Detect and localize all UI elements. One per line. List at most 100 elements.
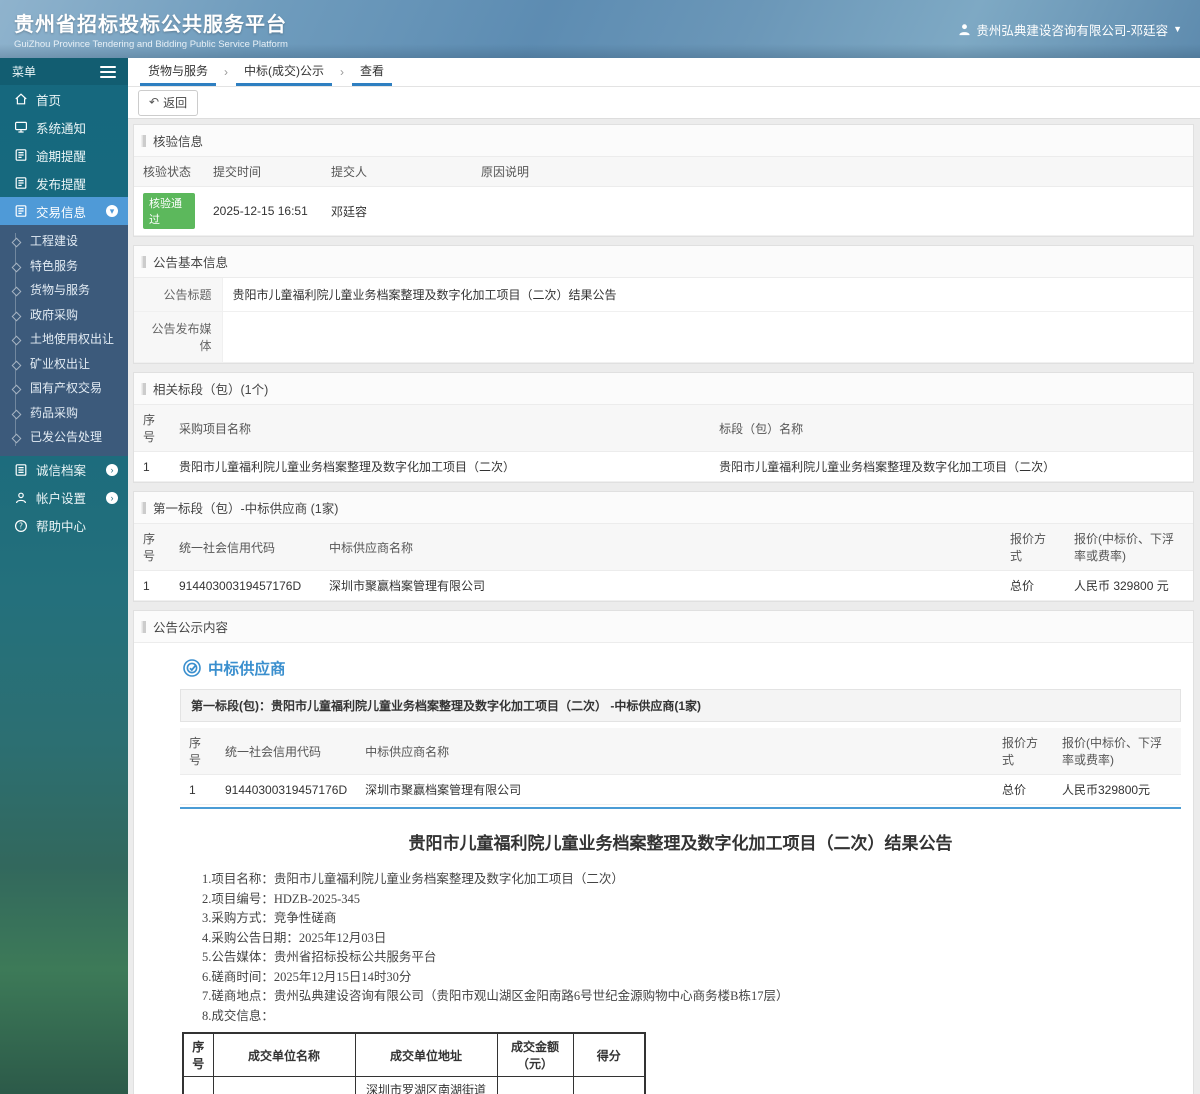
app-subtitle: GuiZhou Province Tendering and Bidding P… <box>14 39 288 50</box>
table-row: 1 贵阳市儿童福利院儿童业务档案整理及数字化加工项目（二次） 贵阳市儿童福利院儿… <box>134 451 1193 482</box>
caret-down-icon: ▼ <box>1173 24 1182 34</box>
menu-label: 菜单 <box>12 65 37 79</box>
public-content-header: 公告公示内容 <box>134 611 1193 643</box>
col-header: 报价方式 <box>1001 524 1065 571</box>
page: 贵州省招标投标公共服务平台 GuiZhou Province Tendering… <box>0 0 1200 1094</box>
section-title: 公告公示内容 <box>153 621 229 635</box>
sidebar-subitem-land-use-rights[interactable]: 土地使用权出让 <box>0 327 128 352</box>
quote-amount-cell: 人民币 329800 元 <box>1065 570 1193 601</box>
table-row: 核验通过 2025-12-15 16:51 邓廷容 <box>134 186 1193 236</box>
user-name: 贵州弘典建设咨询有限公司-邓廷容 <box>976 23 1169 38</box>
announcement-title-label: 公告标题 <box>134 278 223 312</box>
related-sections-table: 序号 采购项目名称 标段（包）名称 1 贵阳市儿童福利院儿童业务档案整理及数字化… <box>134 405 1193 482</box>
sidebar-item-overdue-reminders[interactable]: 逾期提醒 <box>0 141 128 169</box>
col-header: 统一社会信用代码 <box>216 728 357 775</box>
user-menu[interactable]: 贵州弘典建设咨询有限公司-邓廷容 ▼ <box>958 20 1182 39</box>
sidebar-item-label: 系统通知 <box>36 121 87 136</box>
section-marker <box>143 382 146 395</box>
breadcrumb-separator: › <box>340 65 345 79</box>
question-circle-icon: ? <box>13 519 28 533</box>
sidebar-subitem-engineering-construction[interactable]: 工程建设 <box>0 229 128 254</box>
sidebar-item-help-center[interactable]: ? 帮助中心 <box>0 512 128 540</box>
table-header-row: 序号 统一社会信用代码 中标供应商名称 报价方式 报价(中标价、下浮率或费率) <box>134 524 1193 571</box>
table-header-row: 序号 采购项目名称 标段（包）名称 <box>134 405 1193 452</box>
sidebar-subitem-published-announcements[interactable]: 已发公告处理 <box>0 425 128 450</box>
quote-amount-cell: 人民币329800元 <box>1053 774 1181 805</box>
table-header-row: 序号 成交单位名称 成交单位地址 成交金额（元） 得分 <box>182 1032 646 1077</box>
quote-type-cell: 总价 <box>1001 570 1065 601</box>
table-header-row: 序号 统一社会信用代码 中标供应商名称 报价方式 报价(中标价、下浮率或费率) <box>180 728 1181 775</box>
announcement-info-section-header: 公告基本信息 <box>134 246 1193 278</box>
seq-cell: 1 <box>134 570 170 601</box>
seq-cell: 1 <box>134 451 170 482</box>
verification-table: 核验状态 提交时间 提交人 原因说明 核验通过 2025-12-15 16:51… <box>134 157 1193 236</box>
col-header: 成交金额（元） <box>496 1032 574 1077</box>
sidebar-subitem-featured-services[interactable]: 特色服务 <box>0 254 128 279</box>
back-button[interactable]: ↶ 返回 <box>138 89 199 116</box>
app-header: 贵州省招标投标公共服务平台 GuiZhou Province Tendering… <box>0 0 1200 58</box>
verification-section-header: 核验信息 <box>134 125 1193 157</box>
announcement-info-table: 公告标题 贵阳市儿童福利院儿童业务档案整理及数字化加工项目（二次）结果公告 公告… <box>134 278 1193 363</box>
user-icon <box>958 23 971 36</box>
sidebar-subitem-state-owned-property[interactable]: 国有产权交易 <box>0 376 128 401</box>
sidebar-item-system-notifications[interactable]: 系统通知 <box>0 113 128 141</box>
deal-amount-cell: 329800.00 <box>496 1076 574 1094</box>
sidebar-item-home[interactable]: 首页 <box>0 85 128 113</box>
col-header: 报价(中标价、下浮率或费率) <box>1065 524 1193 571</box>
main-content: 货物与服务 › 中标(成交)公示 › 查看 ↶ 返回 核验信息 核验状态 提交时… <box>128 58 1200 1094</box>
breadcrumb-view[interactable]: 查看 <box>352 57 393 86</box>
chevron-down-icon: ▾ <box>106 205 118 217</box>
package-name-cell: 贵阳市儿童福利院儿童业务档案整理及数字化加工项目（二次） <box>710 451 1193 482</box>
breadcrumb: 货物与服务 › 中标(成交)公示 › 查看 <box>128 58 1200 87</box>
doc-line: 3.采购方式：竞争性磋商 <box>202 911 337 925</box>
sidebar-item-transaction-info[interactable]: 交易信息 ▾ <box>0 197 128 225</box>
doc-line: 2.项目编号：HDZB-2025-345 <box>202 891 360 906</box>
doc-line: 1.项目名称：贵阳市儿童福利院儿童业务档案整理及数字化加工项目（二次） <box>202 872 624 886</box>
doc-line: 8.成交信息： <box>202 1008 274 1023</box>
col-header: 得分 <box>572 1032 646 1077</box>
col-header: 采购项目名称 <box>170 405 711 452</box>
col-header: 报价方式 <box>993 728 1053 775</box>
announcement-document: 贵阳市儿童福利院儿童业务档案整理及数字化加工项目（二次）结果公告 1.项目名称：… <box>180 829 1181 1094</box>
breadcrumb-award-publicity[interactable]: 中标(成交)公示 <box>236 57 333 86</box>
related-sections-card: 相关标段（包）(1个) 序号 采购项目名称 标段（包）名称 1 贵阳市儿童福利院… <box>133 372 1194 483</box>
sidebar-item-credit-archive[interactable]: 诚信档案 › <box>0 456 128 484</box>
public-content-card: 公告公示内容 中标供应商 第一标段(包)：贵阳市儿童福利院儿童业务档案整理及数字… <box>133 610 1194 1094</box>
sidebar-item-label: 首页 <box>36 93 62 108</box>
col-header: 序号 <box>134 524 170 571</box>
back-icon: ↶ <box>149 95 160 109</box>
doc-line: 5.公告媒体：贵州省招标投标公共服务平台 <box>202 950 437 964</box>
hamburger-menu-icon[interactable] <box>100 63 116 81</box>
breadcrumb-separator: › <box>224 65 229 79</box>
col-header: 成交单位地址 <box>354 1032 498 1077</box>
toolbar: ↶ 返回 <box>128 87 1200 119</box>
person-icon <box>13 491 28 505</box>
reason <box>472 186 1193 236</box>
transaction-submenu: 工程建设 特色服务 货物与服务 政府采购 土地使用权出让 矿业权出让 国有产权交… <box>0 225 128 456</box>
sidebar-subitem-goods-and-services[interactable]: 货物与服务 <box>0 278 128 303</box>
announcement-title-value: 贵阳市儿童福利院儿童业务档案整理及数字化加工项目（二次）结果公告 <box>222 278 1193 312</box>
col-header: 中标供应商名称 <box>320 524 1001 571</box>
app-title: 贵州省招标投标公共服务平台 <box>14 14 287 36</box>
content-supplier-table: 序号 统一社会信用代码 中标供应商名称 报价方式 报价(中标价、下浮率或费率) … <box>180 728 1181 805</box>
sidebar-item-account-settings[interactable]: 帐户设置 › <box>0 484 128 512</box>
target-icon <box>182 658 202 678</box>
doc-line: 7.磋商地点：贵州弘典建设咨询有限公司（贵阳市观山湖区金阳南路6号世纪金源购物中… <box>202 989 789 1003</box>
sidebar-item-publish-reminders[interactable]: 发布提醒 <box>0 169 128 197</box>
col-header: 提交人 <box>322 157 472 187</box>
monitor-icon <box>13 120 28 134</box>
breadcrumb-goods-and-services[interactable]: 货物与服务 <box>140 57 217 86</box>
col-header: 报价(中标价、下浮率或费率) <box>1053 728 1181 775</box>
submit-time: 2025-12-15 16:51 <box>204 186 322 236</box>
table-row: 公告标题 贵阳市儿童福利院儿童业务档案整理及数字化加工项目（二次）结果公告 <box>134 278 1193 312</box>
sidebar-subitem-government-procurement[interactable]: 政府采购 <box>0 303 128 328</box>
sidebar-subitem-drug-procurement[interactable]: 药品采购 <box>0 401 128 426</box>
supplier-name-cell: 深圳市聚赢档案管理有限公司 <box>356 774 993 805</box>
sidebar-subitem-mining-rights[interactable]: 矿业权出让 <box>0 352 128 377</box>
divider <box>180 807 1181 809</box>
project-name-cell: 贵阳市儿童福利院儿童业务档案整理及数字化加工项目（二次） <box>170 451 711 482</box>
document-icon <box>13 176 28 190</box>
chevron-right-icon: › <box>106 463 118 476</box>
document-icon <box>13 148 28 162</box>
announcement-media-label: 公告发布媒体 <box>134 311 223 363</box>
